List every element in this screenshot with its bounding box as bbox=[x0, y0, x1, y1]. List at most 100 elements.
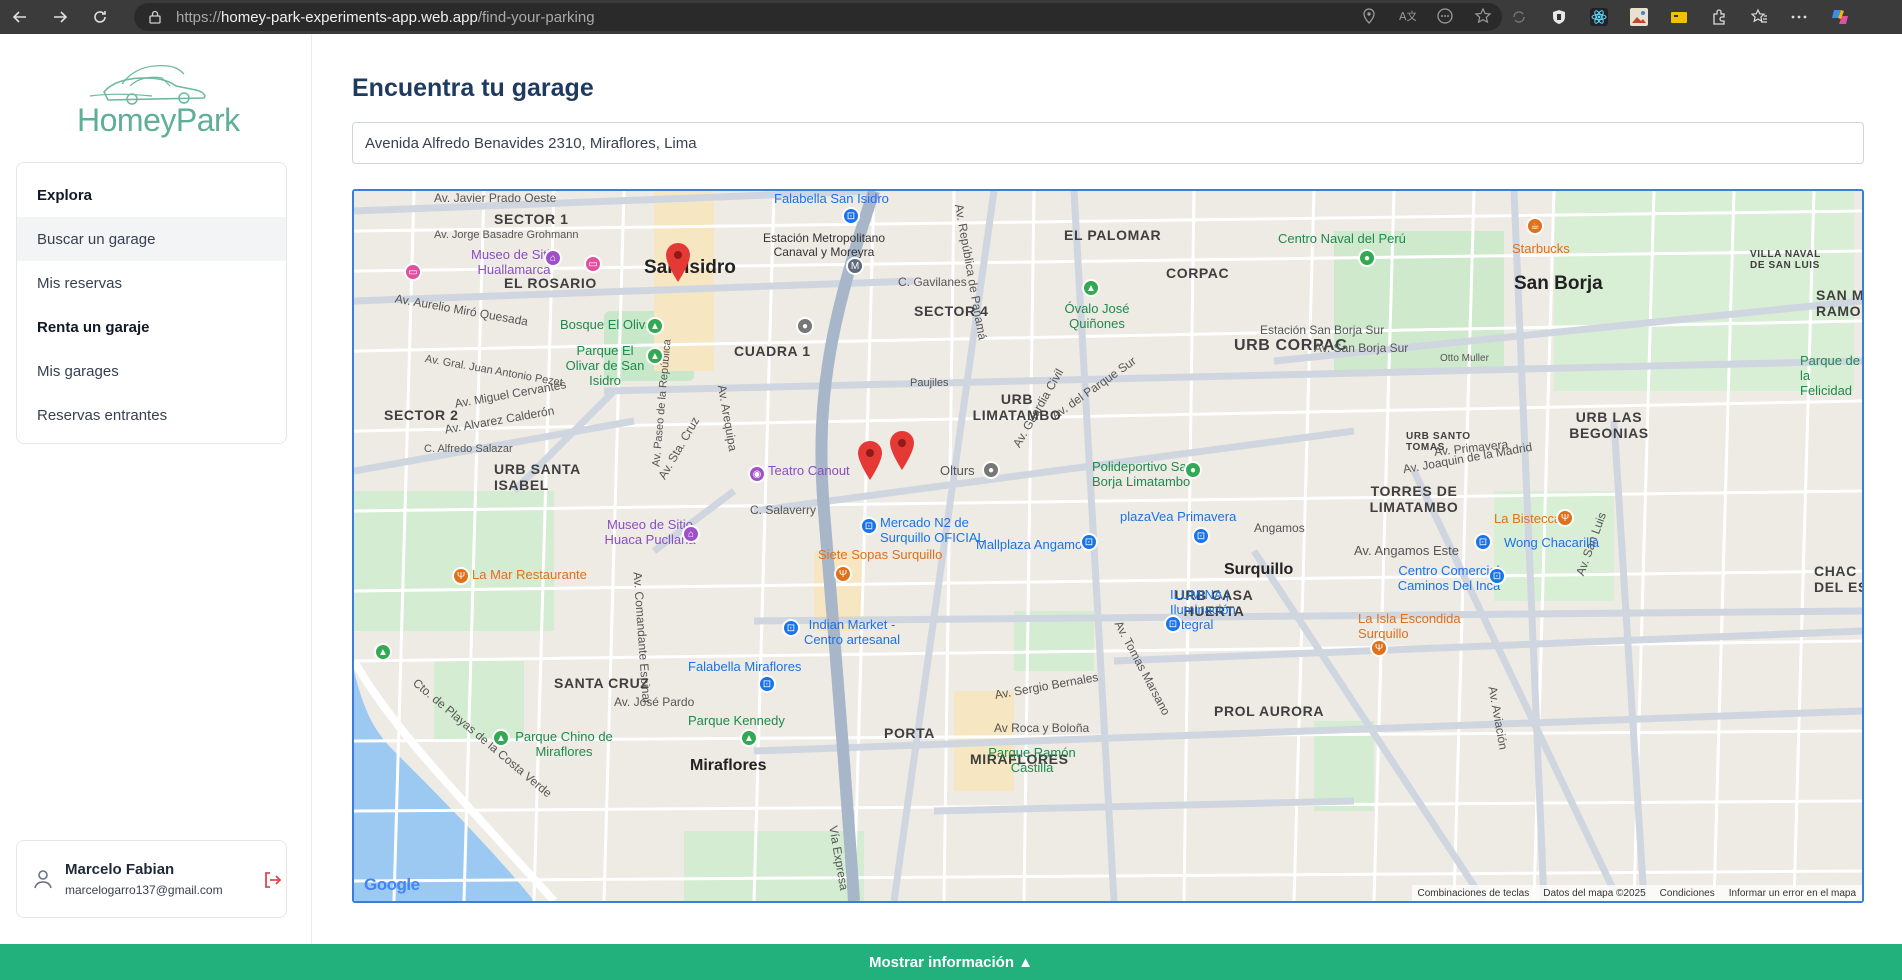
poi-label[interactable]: Estación Metropolitano Canaval y Moreyra bbox=[754, 231, 894, 259]
garage-location-pin[interactable] bbox=[888, 431, 916, 471]
address-bar[interactable]: https://homey-park-experiments-app.web.a… bbox=[134, 3, 1502, 31]
poi-label[interactable]: Teatro Canout bbox=[768, 463, 850, 478]
poi-label[interactable]: Parque de la Felicidad bbox=[1800, 353, 1860, 398]
poi-label[interactable]: Parque El Olivar de San Isidro bbox=[560, 343, 650, 388]
restaurant-poi-icon[interactable]: Ψ bbox=[1556, 509, 1574, 527]
show-info-button[interactable]: Mostrar información ▲ bbox=[0, 944, 1902, 980]
poi-label[interactable]: La Isla Escondida Surquillo bbox=[1358, 611, 1468, 641]
map-attribution: Combinaciones de teclas Datos del mapa ©… bbox=[1411, 885, 1862, 901]
park-poi-icon[interactable]: ▲ bbox=[374, 643, 392, 661]
poi-label[interactable]: Óvalo José Quiñones bbox=[1062, 301, 1132, 331]
shopping-poi-icon[interactable]: ⊡ bbox=[1488, 567, 1506, 585]
poi-label[interactable]: Bosque El Olivar bbox=[560, 317, 657, 332]
bus-station-poi-icon[interactable]: ● bbox=[796, 317, 814, 335]
shield-extension-icon[interactable] bbox=[1550, 8, 1568, 26]
reload-icon bbox=[94, 11, 106, 23]
poi-label[interactable]: Parque Ramón Castilla bbox=[982, 745, 1082, 775]
shopping-poi-icon[interactable]: ⊡ bbox=[1192, 527, 1210, 545]
poi-label[interactable]: Mallplaza Angamos bbox=[976, 537, 1089, 552]
garage-location-pin[interactable] bbox=[856, 441, 884, 481]
navy-center-poi-icon[interactable]: ● bbox=[1358, 249, 1376, 267]
menu-item-mis-garages[interactable]: Mis garages bbox=[17, 349, 286, 393]
folder-extension-icon[interactable] bbox=[1670, 8, 1688, 26]
menu-item-mis-reservas[interactable]: Mis reservas bbox=[17, 261, 286, 305]
park-poi-icon[interactable]: ▲ bbox=[740, 729, 758, 747]
museum-poi-icon[interactable]: ⌂ bbox=[544, 249, 562, 267]
market-poi-icon[interactable]: ⊡ bbox=[860, 517, 878, 535]
image-extension-icon[interactable] bbox=[1630, 8, 1648, 26]
poi-label[interactable]: Indian Market - Centro artesanal bbox=[802, 617, 902, 647]
more-circle-icon[interactable] bbox=[1436, 7, 1454, 25]
restaurant-poi-icon[interactable]: Ψ bbox=[452, 567, 470, 585]
poi-label[interactable]: Centro Naval del Perú bbox=[1278, 231, 1406, 246]
logo-text: HomeyPark bbox=[77, 102, 240, 138]
terms-link[interactable]: Condiciones bbox=[1660, 888, 1715, 899]
garage-location-pin[interactable] bbox=[664, 243, 692, 283]
map-view[interactable]: SECTOR 1 EL ROSARIO SECTOR 4 CUADRA 1 UR… bbox=[352, 189, 1864, 903]
forward-arrow-icon bbox=[54, 11, 68, 23]
sync-icon[interactable] bbox=[1510, 8, 1528, 26]
copilot-icon[interactable] bbox=[1830, 8, 1848, 26]
poi-label[interactable]: La Mar Restaurante bbox=[472, 567, 587, 582]
hotel-poi-icon[interactable]: ▭ bbox=[584, 255, 602, 273]
logout-icon[interactable] bbox=[261, 869, 283, 891]
poi-label[interactable]: Starbucks bbox=[1512, 241, 1570, 256]
user-card: Marcelo Fabian marcelogarro137@gmail.com bbox=[16, 840, 287, 918]
metro-station-icon[interactable]: M bbox=[846, 257, 864, 275]
shopping-poi-icon[interactable]: ⊡ bbox=[782, 619, 800, 637]
poi-label[interactable]: Wong Chacarilla bbox=[1504, 535, 1599, 550]
hotel-poi-icon[interactable]: ▭ bbox=[404, 263, 422, 281]
map-label-district: Surquillo bbox=[1224, 561, 1294, 578]
poi-label[interactable]: Olturs bbox=[940, 463, 975, 478]
browser-toolbar: https://homey-park-experiments-app.web.a… bbox=[0, 0, 1902, 34]
poi-label[interactable]: Parque Chino de Miraflores bbox=[514, 729, 614, 759]
poi-label[interactable]: ILUMINA | Iluminación Integral bbox=[1170, 587, 1280, 632]
reload-button[interactable] bbox=[80, 0, 120, 34]
shopping-poi-icon[interactable]: ⊡ bbox=[1474, 533, 1492, 551]
sports-poi-icon[interactable]: ● bbox=[1184, 461, 1202, 479]
restaurant-poi-icon[interactable]: Ψ bbox=[834, 565, 852, 583]
coffee-poi-icon[interactable]: ☕ bbox=[1526, 217, 1544, 235]
map-label-area: CHAC DEL ES bbox=[1814, 563, 1864, 595]
menu-item-reservas-entrantes[interactable]: Reservas entrantes bbox=[17, 393, 286, 437]
poi-label[interactable]: Parque Kennedy bbox=[688, 713, 785, 728]
map-label-street: Av. Javier Prado Oeste bbox=[434, 191, 557, 205]
map-label-area: VILLA NAVAL DE SAN LUIS bbox=[1750, 249, 1821, 271]
poi-label[interactable]: Angamos bbox=[1254, 521, 1305, 535]
park-poi-icon[interactable]: ▲ bbox=[492, 729, 510, 747]
menu-item-buscar-garage[interactable]: Buscar un garage bbox=[17, 217, 286, 261]
keyboard-shortcuts-link[interactable]: Combinaciones de teclas bbox=[1418, 888, 1530, 899]
shopping-poi-icon[interactable]: ⊡ bbox=[842, 207, 860, 225]
poi-label[interactable]: plazaVea Primavera bbox=[1120, 509, 1236, 524]
puzzle-extensions-icon[interactable] bbox=[1710, 8, 1728, 26]
favorites-icon[interactable] bbox=[1750, 8, 1768, 26]
museum-poi-icon[interactable]: ⌂ bbox=[682, 525, 700, 543]
location-icon[interactable] bbox=[1360, 7, 1378, 25]
lock-icon bbox=[149, 10, 161, 24]
react-devtools-icon[interactable] bbox=[1590, 8, 1608, 26]
translate-icon[interactable]: A文 bbox=[1398, 7, 1416, 25]
back-button[interactable] bbox=[0, 0, 40, 34]
shopping-poi-icon[interactable]: ⊡ bbox=[1080, 533, 1098, 551]
forward-button[interactable] bbox=[40, 0, 80, 34]
bus-station-poi-icon[interactable]: ● bbox=[982, 461, 1000, 479]
poi-label[interactable]: Otto Muller bbox=[1440, 353, 1489, 364]
shopping-poi-icon[interactable]: ⊡ bbox=[1164, 615, 1182, 633]
menu-dots-icon[interactable] bbox=[1790, 8, 1808, 26]
poi-label[interactable]: Siete Sopas Surquillo bbox=[818, 547, 942, 562]
park-poi-icon[interactable]: ▲ bbox=[646, 347, 664, 365]
homeypark-logo[interactable]: HomeyPark bbox=[72, 60, 240, 140]
address-search-input[interactable] bbox=[352, 122, 1864, 164]
park-poi-icon[interactable]: ▲ bbox=[1082, 279, 1100, 297]
report-error-link[interactable]: Informar un error en el mapa bbox=[1729, 888, 1856, 899]
star-icon[interactable] bbox=[1474, 7, 1492, 25]
map-label-street: Av. San Borja Sur bbox=[1314, 341, 1409, 355]
poi-label[interactable]: Falabella San Isidro bbox=[774, 191, 889, 206]
shopping-poi-icon[interactable]: ⊡ bbox=[758, 675, 776, 693]
theater-poi-icon[interactable]: ◉ bbox=[748, 465, 766, 483]
poi-label[interactable]: La Bistecca bbox=[1494, 511, 1561, 526]
poi-label[interactable]: Falabella Miraflores bbox=[688, 659, 801, 674]
park-poi-icon[interactable]: ▲ bbox=[646, 317, 664, 335]
restaurant-poi-icon[interactable]: Ψ bbox=[1370, 639, 1388, 657]
google-logo[interactable]: Google bbox=[364, 875, 420, 895]
